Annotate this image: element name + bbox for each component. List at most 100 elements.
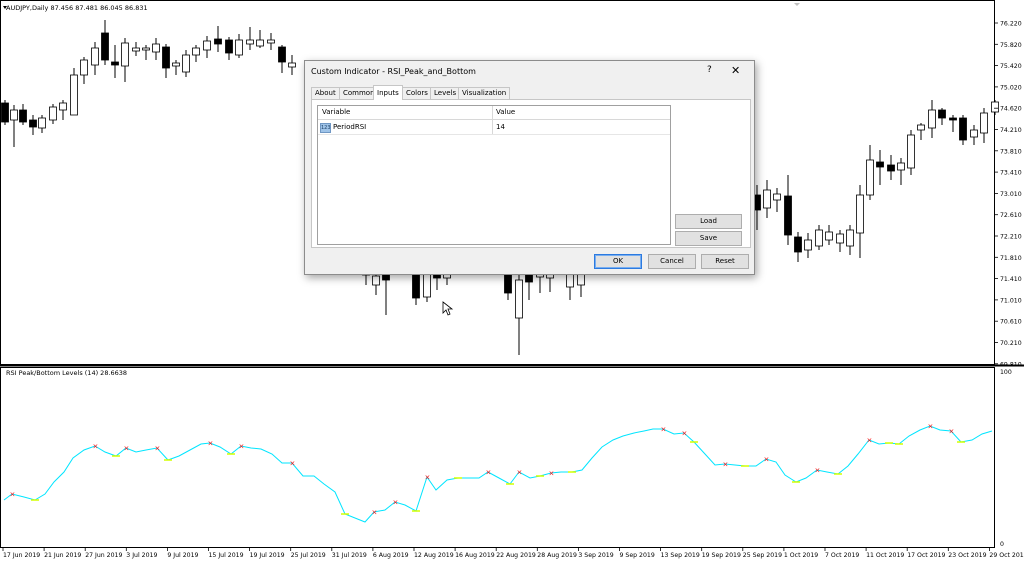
- price-label: 75.020: [1000, 84, 1022, 91]
- bear-candle: [794, 236, 802, 253]
- help-button[interactable]: ?: [707, 65, 712, 75]
- bull-candle: [804, 239, 812, 251]
- date-label: 16 Aug 2019: [455, 552, 495, 559]
- bull-candle: [897, 162, 905, 171]
- price-label: 70.210: [1000, 340, 1022, 347]
- bull-candle: [773, 193, 781, 201]
- bull-candle: [10, 109, 18, 121]
- price-label: 74.210: [1000, 127, 1022, 134]
- bear-candle: [784, 195, 792, 236]
- rsi-peak-marker: ×: [549, 470, 555, 478]
- close-icon[interactable]: ✕: [731, 64, 740, 77]
- bull-candle: [172, 62, 180, 67]
- bull-candle: [372, 275, 380, 286]
- price-label: 70.610: [1000, 319, 1022, 326]
- reset-button[interactable]: Reset: [701, 254, 749, 269]
- date-label: 9 Sep 2019: [620, 552, 655, 559]
- date-label: 3 Sep 2019: [578, 552, 613, 559]
- date-label: 28 Aug 2019: [537, 552, 577, 559]
- tab-inputs[interactable]: Inputs: [373, 85, 403, 100]
- rsi-indicator-title: RSI Peak/Bottom Levels (14) 28.6638: [6, 369, 128, 377]
- date-label: 19 Jul 2019: [250, 552, 285, 559]
- load-button[interactable]: Load: [675, 214, 742, 229]
- price-label: 73.410: [1000, 170, 1022, 177]
- bear-candle: [214, 38, 222, 45]
- ok-button[interactable]: OK: [594, 254, 642, 269]
- date-label: 6 Aug 2019: [373, 552, 409, 559]
- bull-candle: [917, 124, 925, 131]
- rsi-peak-marker: ×: [124, 445, 130, 453]
- param-row-periodrsi[interactable]: 123 PeriodRSI 14: [318, 120, 670, 135]
- price-label: 73.810: [1000, 148, 1022, 155]
- rsi-peak-marker: ×: [486, 469, 492, 477]
- bear-candle: [887, 164, 895, 172]
- date-label: 7 Oct 2019: [825, 552, 859, 559]
- bull-candle: [907, 134, 915, 169]
- bull-candle: [256, 39, 264, 47]
- bear-candle: [959, 117, 967, 141]
- tab-visualization[interactable]: Visualization: [458, 87, 511, 99]
- bear-candle: [225, 39, 233, 54]
- bull-candle: [182, 54, 190, 73]
- date-label: 11 Oct 2019: [866, 552, 904, 559]
- header-value[interactable]: Value: [496, 108, 515, 116]
- tab-about[interactable]: About: [311, 87, 340, 99]
- bear-candle: [1, 102, 9, 123]
- bull-candle: [152, 43, 160, 53]
- rsi-peak-marker: ×: [208, 440, 214, 448]
- row-divider: [492, 120, 493, 134]
- bull-candle: [38, 117, 46, 129]
- param-value-field[interactable]: 14: [496, 123, 505, 131]
- dialog-title: Custom Indicator - RSI_Peak_and_Bottom: [311, 67, 476, 76]
- price-label: 75.420: [1000, 63, 1022, 70]
- bull-candle: [267, 39, 275, 44]
- rsi-peak-marker: ×: [949, 428, 955, 436]
- rsi-peak-marker: ×: [10, 491, 16, 499]
- bull-candle: [192, 47, 200, 56]
- rsi-peak-marker: ×: [425, 474, 431, 482]
- date-label: 22 Aug 2019: [496, 552, 536, 559]
- bear-candle: [938, 109, 946, 119]
- date-axis: 17 Jun 2019 21 Jun 2019 27 Jun 2019 3 Jul 2…: [2, 548, 1024, 559]
- bear-candle: [949, 117, 957, 121]
- bull-candle: [815, 229, 823, 247]
- date-label: 31 Jul 2019: [332, 552, 367, 559]
- bull-candle: [970, 129, 978, 138]
- header-divider[interactable]: [492, 106, 493, 119]
- bear-candle: [504, 271, 512, 294]
- bear-candle: [162, 46, 170, 69]
- bull-candle: [203, 40, 211, 51]
- tab-levels[interactable]: Levels: [430, 87, 461, 99]
- bull-candle: [515, 279, 523, 319]
- rsi-peak-marker: ×: [290, 460, 296, 468]
- bull-candle: [235, 39, 243, 56]
- date-label: 13 Sep 2019: [661, 552, 700, 559]
- price-label: 76.220: [1000, 21, 1022, 28]
- bull-candle: [91, 47, 99, 66]
- date-label: 25 Sep 2019: [743, 552, 782, 559]
- save-button[interactable]: Save: [675, 231, 742, 246]
- rsi-panel-frame: [0, 367, 995, 548]
- price-label: 72.210: [1000, 234, 1022, 241]
- rsi-peak-marker: ×: [867, 437, 873, 445]
- bear-candle: [876, 161, 884, 168]
- bull-candle: [836, 233, 844, 244]
- tab-colors[interactable]: Colors: [402, 87, 432, 99]
- bull-candle: [866, 159, 874, 196]
- bull-candle: [80, 59, 88, 76]
- date-label: 9 Jul 2019: [167, 552, 198, 559]
- rsi-peak-marker: ×: [239, 443, 245, 451]
- cancel-button[interactable]: Cancel: [648, 254, 696, 269]
- bull-candle: [59, 102, 67, 111]
- price-label: 73.010: [1000, 191, 1022, 198]
- bear-candle: [29, 119, 37, 128]
- date-label: 17 Jun 2019: [3, 552, 40, 559]
- date-label: 15 Jul 2019: [209, 552, 244, 559]
- header-variable[interactable]: Variable: [322, 108, 350, 116]
- date-label: 17 Oct 2019: [907, 552, 945, 559]
- grid-header: Variable Value: [318, 106, 670, 120]
- bull-candle: [132, 47, 140, 52]
- rsi-peak-marker: ×: [93, 443, 99, 451]
- param-name: PeriodRSI: [333, 123, 367, 131]
- price-axis: 76.220 75.820 75.420 75.020 74.620 74.210 73.8…: [994, 21, 1022, 548]
